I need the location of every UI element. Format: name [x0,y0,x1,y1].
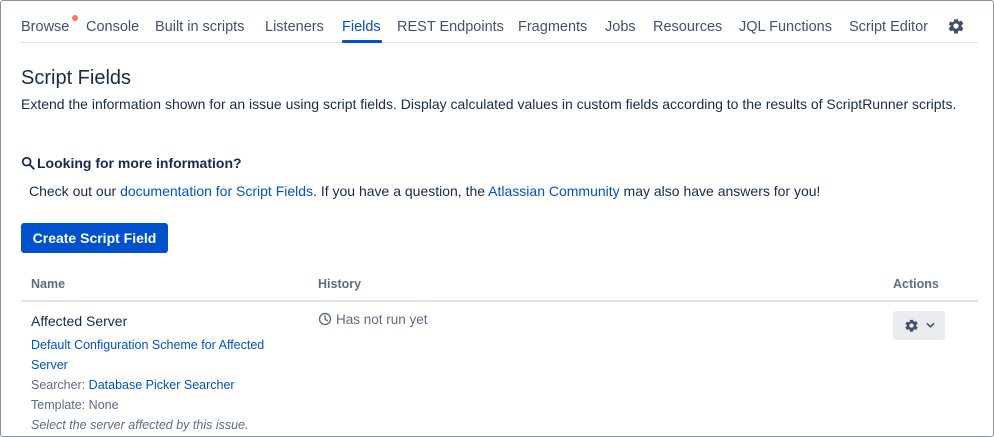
documentation-link[interactable]: documentation for Script Fields [120,183,313,199]
field-description: Select the server affected by this issue… [31,418,249,432]
info-text-after: may also have answers for you! [619,183,821,199]
create-script-field-button[interactable]: Create Script Field [21,223,168,253]
search-icon [21,156,35,170]
clock-icon [318,312,332,326]
script-fields-page: Browse Console Built in scripts Listener… [0,0,994,437]
config-scheme-link[interactable]: Default Configuration Scheme for Affecte… [31,338,264,372]
column-header-history: History [318,277,362,291]
column-header-name: Name [31,277,66,291]
nav-rest-endpoints[interactable]: REST Endpoints [397,18,504,36]
info-text-middle: . If you have a question, the [313,183,489,199]
searcher-info: Searcher: Database Picker Searcher [31,377,235,393]
field-name: Affected Server [31,313,128,329]
actions-dropdown-button[interactable] [893,311,945,340]
nav-jql-functions[interactable]: JQL Functions [739,18,832,36]
notification-dot [72,15,78,21]
nav-fields[interactable]: Fields [342,18,381,36]
table-header-divider [21,300,978,302]
page-title: Script Fields [21,67,132,89]
nav-fragments[interactable]: Fragments [518,18,587,36]
active-tab-indicator [342,40,382,43]
searcher-label: Searcher: [31,378,89,392]
nav-listeners[interactable]: Listeners [265,18,324,36]
template-info: Template: None [31,398,119,412]
info-heading-text: Looking for more information? [37,155,242,171]
nav-built-in-scripts[interactable]: Built in scripts [155,18,244,36]
nav-jobs[interactable]: Jobs [605,18,636,36]
history-cell: Has not run yet [318,312,428,328]
nav-console[interactable]: Console [86,18,139,36]
config-scheme-cell: Default Configuration Scheme for Affecte… [31,335,291,375]
gear-icon [905,319,918,332]
info-text: Check out our documentation for Script F… [29,182,820,200]
info-heading: Looking for more information? [21,154,242,172]
nav-script-editor[interactable]: Script Editor [849,18,928,36]
gear-icon[interactable] [947,17,965,35]
column-header-actions: Actions [893,277,939,291]
atlassian-community-link[interactable]: Atlassian Community [488,183,620,199]
searcher-link[interactable]: Database Picker Searcher [89,378,235,392]
top-nav: Browse Console Built in scripts Listener… [21,1,978,43]
page-description: Extend the information shown for an issu… [21,96,957,112]
history-status: Has not run yet [336,312,428,327]
nav-resources[interactable]: Resources [653,18,722,36]
chevron-down-icon [926,322,935,328]
nav-browse[interactable]: Browse [21,18,69,36]
info-text-before: Check out our [29,183,121,199]
